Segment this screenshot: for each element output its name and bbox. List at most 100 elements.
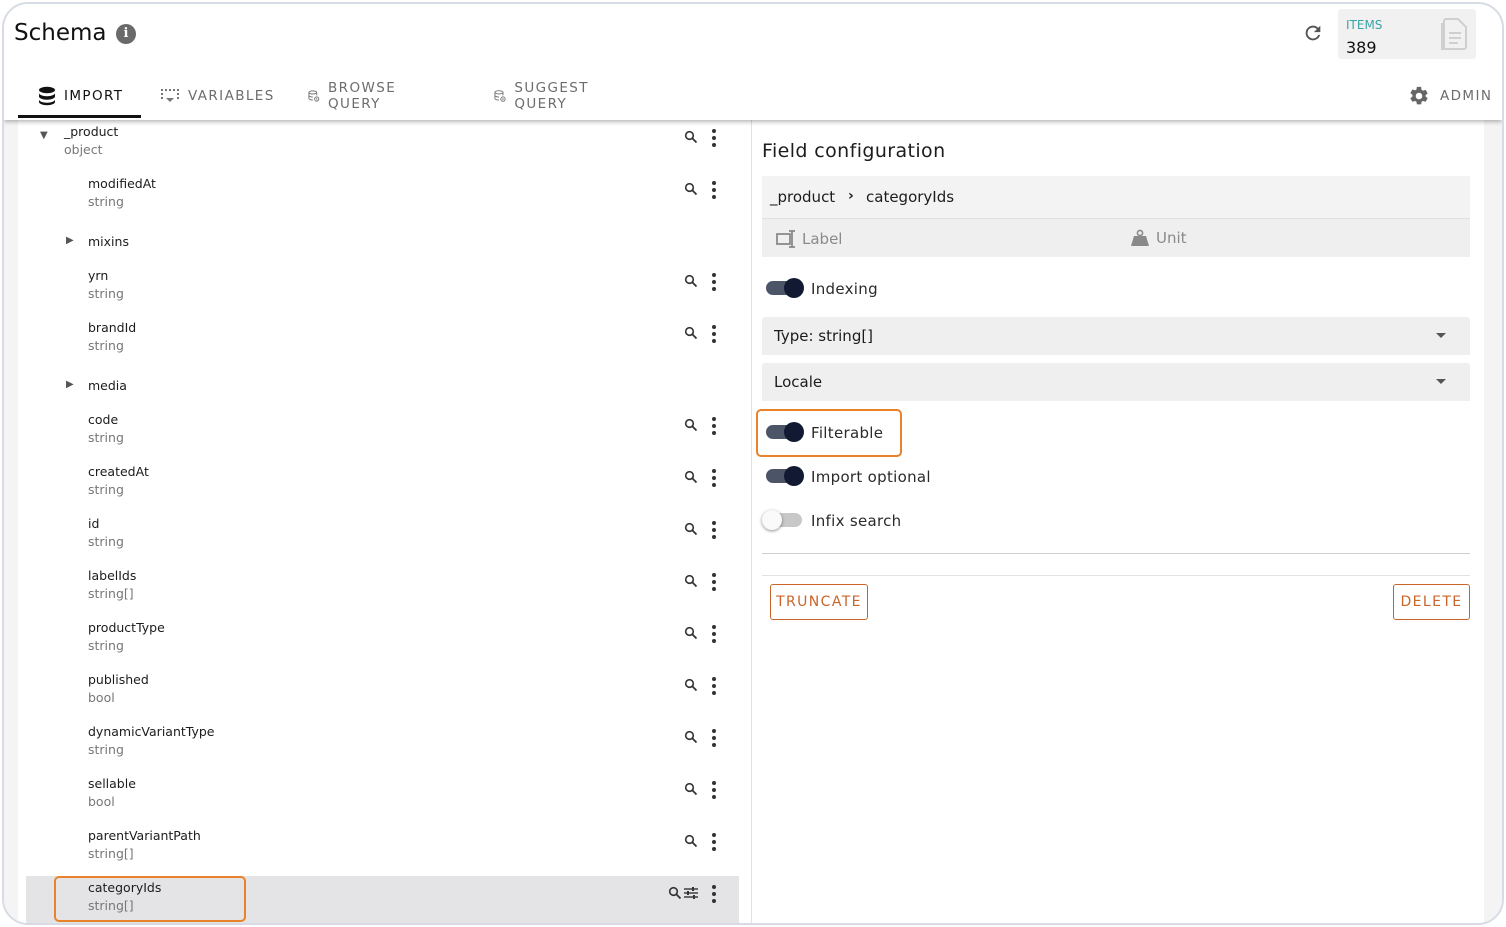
field-type: bool	[88, 690, 115, 705]
field-name: _product	[64, 124, 119, 139]
more-vertical-icon[interactable]	[711, 128, 717, 148]
more-vertical-icon[interactable]	[711, 624, 717, 644]
tree-row[interactable]: brandId string	[26, 316, 739, 368]
more-vertical-icon[interactable]	[711, 780, 717, 800]
more-vertical-icon[interactable]	[711, 676, 717, 696]
more-vertical-icon[interactable]	[711, 832, 717, 852]
more-vertical-icon[interactable]	[711, 728, 717, 748]
info-icon[interactable]: i	[116, 24, 136, 44]
label-unit-row: Label Unit	[762, 219, 1470, 257]
tree-row[interactable]: createdAt string	[26, 460, 739, 512]
locale-select[interactable]: Locale	[762, 363, 1470, 401]
search-icon[interactable]	[684, 326, 698, 340]
search-icon[interactable]	[684, 522, 698, 536]
tree-row[interactable]: modifiedAt string	[26, 172, 739, 224]
more-vertical-icon[interactable]	[711, 416, 717, 436]
label-placeholder: Label	[802, 230, 843, 248]
more-vertical-icon[interactable]	[711, 324, 717, 344]
chevron-right-icon: ›	[848, 188, 854, 204]
search-icon[interactable]	[684, 574, 698, 588]
tree-row[interactable]: productType string	[26, 616, 739, 668]
breadcrumb: _product › categoryIds	[762, 176, 1470, 219]
field-name: sellable	[88, 776, 136, 791]
indexing-toggle[interactable]	[766, 278, 804, 298]
breadcrumb-parent[interactable]: _product	[770, 188, 835, 206]
tab-browse-query[interactable]: BROWSE QUERY	[308, 74, 404, 118]
refresh-icon[interactable]	[1300, 22, 1326, 48]
tree-row[interactable]: published bool	[26, 668, 739, 720]
left-gutter	[4, 120, 18, 923]
type-select-value: Type: string[]	[774, 327, 874, 345]
search-icon[interactable]	[684, 130, 698, 144]
field-config-title: Field configuration	[762, 140, 946, 162]
right-gutter	[1484, 120, 1502, 923]
truncate-button[interactable]: TRUNCATE	[770, 584, 868, 620]
field-name: published	[88, 672, 149, 687]
unit-field[interactable]: Unit	[1130, 229, 1187, 247]
items-counter: ITEMS 389	[1338, 9, 1476, 59]
schema-tree-panel: ▼ _product object modifiedAt string ▶ mixin…	[4, 120, 752, 923]
type-select[interactable]: Type: string[]	[762, 317, 1470, 355]
dropdown-caret-icon	[1436, 333, 1446, 338]
search-icon[interactable]	[684, 470, 698, 484]
field-type: string	[88, 430, 124, 445]
tree-row[interactable]: ▶ media	[26, 368, 739, 408]
field-name: media	[88, 378, 127, 393]
variables-icon	[161, 89, 179, 102]
label-field[interactable]: Label	[776, 229, 842, 249]
collapse-arrow-icon[interactable]: ▼	[40, 130, 48, 141]
divider	[762, 553, 1470, 554]
field-type: object	[64, 142, 103, 157]
admin-button[interactable]: ADMIN	[1408, 74, 1492, 118]
app-header: Schema i ITEMS 389 IMPORT VARIABLES BROW…	[4, 4, 1502, 120]
tree-row[interactable]: ▶ mixins	[26, 224, 739, 264]
import-optional-toggle[interactable]	[766, 466, 804, 486]
search-icon[interactable]	[684, 678, 698, 692]
field-type: string	[88, 338, 124, 353]
search-icon[interactable]	[684, 834, 698, 848]
tree-row[interactable]: labelIds string[]	[26, 564, 739, 616]
items-count: 389	[1346, 38, 1377, 57]
tree-row[interactable]: code string	[26, 408, 739, 460]
field-name: modifiedAt	[88, 176, 156, 191]
field-name: createdAt	[88, 464, 149, 479]
tree-row[interactable]: sellable bool	[26, 772, 739, 824]
more-vertical-icon[interactable]	[711, 884, 717, 904]
field-type: string	[88, 742, 124, 757]
tree-row[interactable]: dynamicVariantType string	[26, 720, 739, 772]
toggle-knob	[784, 422, 804, 442]
field-type: string	[88, 286, 124, 301]
search-icon[interactable]	[668, 886, 682, 900]
toggle-knob	[762, 510, 782, 530]
search-icon[interactable]	[684, 730, 698, 744]
expand-arrow-icon[interactable]: ▶	[66, 235, 74, 246]
tab-variables[interactable]: VARIABLES	[160, 74, 275, 118]
breadcrumb-current: categoryIds	[866, 188, 955, 206]
delete-button[interactable]: DELETE	[1393, 584, 1470, 620]
expand-arrow-icon[interactable]: ▶	[66, 379, 74, 390]
tree-row-root[interactable]: ▼ _product object	[26, 120, 739, 172]
search-icon[interactable]	[684, 418, 698, 432]
app-window: Schema i ITEMS 389 IMPORT VARIABLES BROW…	[2, 2, 1504, 925]
filterable-toggle[interactable]	[766, 422, 804, 442]
tree-row[interactable]: yrn string	[26, 264, 739, 316]
tree-row[interactable]: parentVariantPath string[]	[26, 824, 739, 876]
search-icon[interactable]	[684, 182, 698, 196]
search-icon[interactable]	[684, 626, 698, 640]
tune-icon[interactable]	[683, 886, 699, 900]
field-type: string[]	[88, 586, 134, 601]
field-name: code	[88, 412, 119, 427]
more-vertical-icon[interactable]	[711, 468, 717, 488]
field-type: bool	[88, 794, 115, 809]
more-vertical-icon[interactable]	[711, 572, 717, 592]
infix-search-toggle[interactable]	[762, 510, 802, 530]
more-vertical-icon[interactable]	[711, 272, 717, 292]
gear-icon	[1410, 86, 1428, 105]
search-icon[interactable]	[684, 782, 698, 796]
tab-import[interactable]: IMPORT	[18, 74, 142, 118]
search-icon[interactable]	[684, 274, 698, 288]
tab-suggest-query[interactable]: SUGGEST QUERY	[494, 74, 597, 118]
more-vertical-icon[interactable]	[711, 180, 717, 200]
more-vertical-icon[interactable]	[711, 520, 717, 540]
tree-row[interactable]: id string	[26, 512, 739, 564]
